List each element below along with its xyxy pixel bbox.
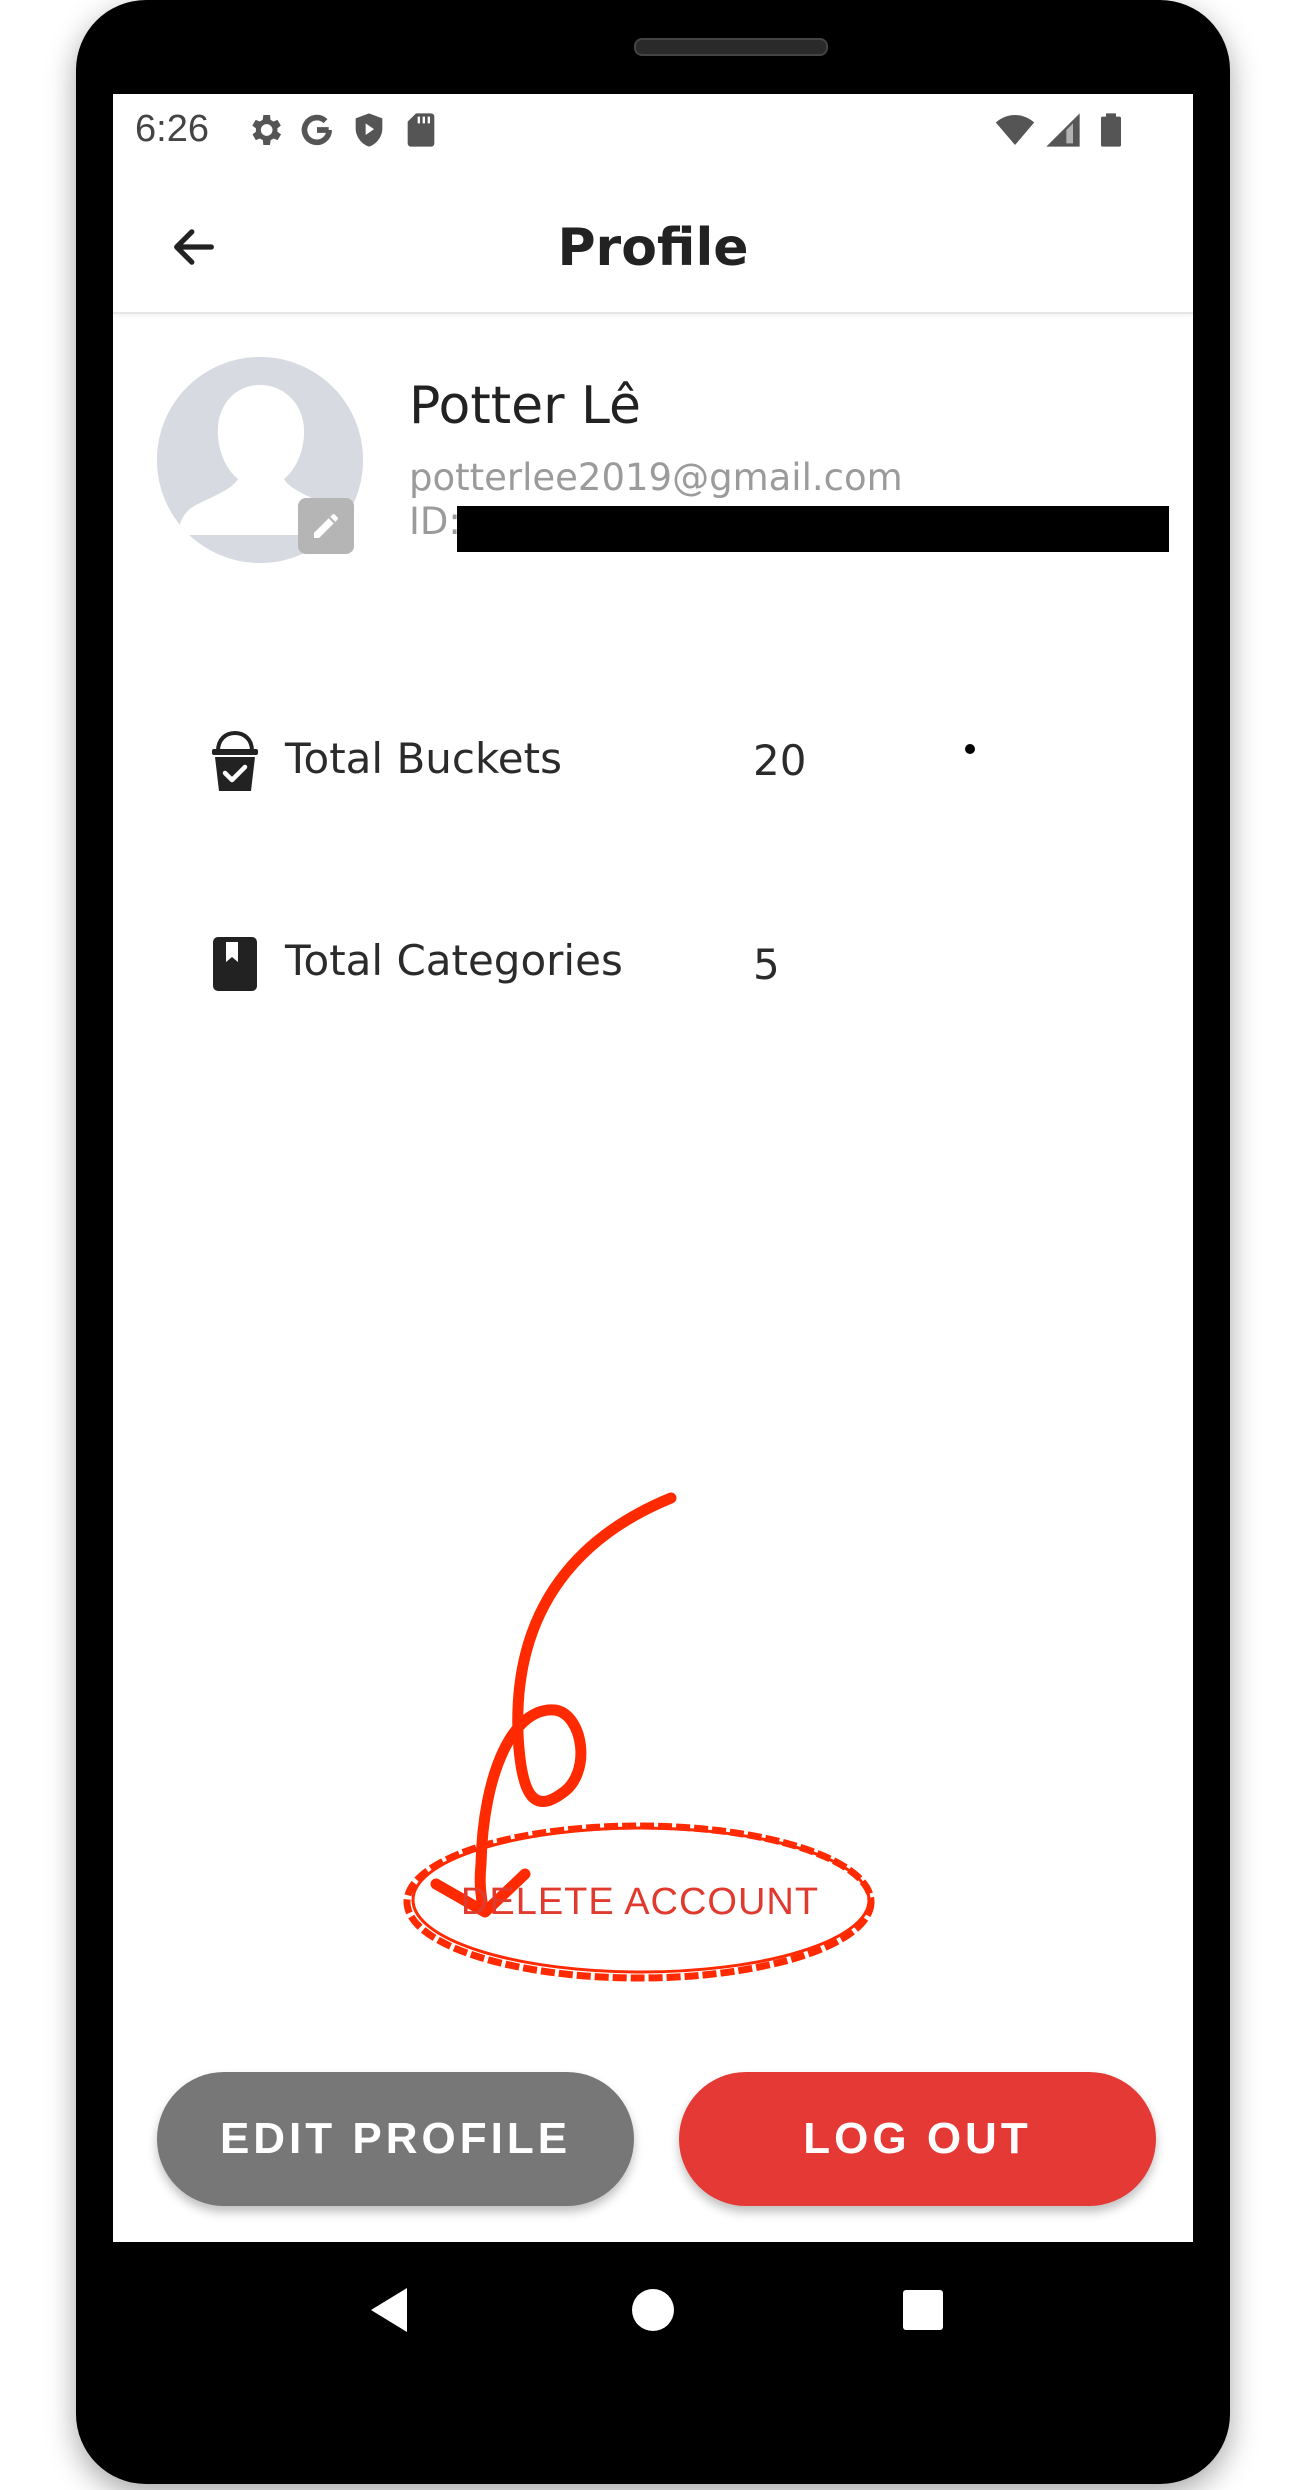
status-bar: 6:26 bbox=[113, 94, 1193, 184]
bucket-check-icon bbox=[208, 730, 262, 794]
recents-square-icon bbox=[903, 2290, 943, 2330]
sd-card-icon bbox=[407, 113, 435, 147]
stat-value-total-buckets: 20 bbox=[753, 736, 807, 785]
page-title: Profile bbox=[557, 218, 749, 278]
profile-email: potterlee2019@gmail.com bbox=[409, 456, 903, 499]
edit-profile-button[interactable]: EDIT PROFILE bbox=[157, 2072, 634, 2206]
profile-id-label: ID: bbox=[409, 500, 461, 543]
cell-signal-icon bbox=[1046, 113, 1080, 147]
bookmark-book-icon bbox=[208, 932, 262, 996]
home-circle-icon bbox=[632, 2289, 674, 2331]
status-time: 6:26 bbox=[135, 108, 209, 150]
gear-icon bbox=[252, 115, 281, 145]
nav-back-button[interactable] bbox=[359, 2280, 419, 2340]
app-bar: Profile bbox=[113, 184, 1193, 314]
battery-icon bbox=[1101, 113, 1121, 147]
app-screen: 6:26 Profile Potter Lê potterlee2019@gma… bbox=[113, 94, 1193, 2242]
back-button[interactable] bbox=[159, 212, 229, 282]
log-out-button[interactable]: LOG OUT bbox=[679, 2072, 1156, 2206]
shield-play-icon bbox=[355, 113, 383, 147]
edit-avatar-button[interactable] bbox=[298, 498, 354, 554]
google-icon bbox=[301, 114, 332, 146]
back-triangle-icon bbox=[371, 2288, 407, 2332]
stat-label-total-categories: Total Categories bbox=[285, 936, 623, 985]
nav-home-button[interactable] bbox=[623, 2280, 683, 2340]
nav-recents-button[interactable] bbox=[893, 2280, 953, 2340]
system-nav-bar bbox=[113, 2242, 1193, 2378]
stat-label-total-buckets: Total Buckets bbox=[285, 734, 562, 783]
profile-name: Potter Lê bbox=[409, 376, 642, 436]
stray-dot bbox=[965, 744, 975, 754]
delete-account-button[interactable]: DELETE ACCOUNT bbox=[423, 1852, 857, 1952]
arrow-left-icon bbox=[174, 229, 214, 265]
id-redaction-bar bbox=[457, 506, 1169, 552]
stat-value-total-categories: 5 bbox=[753, 940, 780, 989]
pencil-icon bbox=[314, 514, 338, 538]
wifi-icon bbox=[995, 115, 1035, 145]
phone-speaker bbox=[634, 38, 828, 56]
